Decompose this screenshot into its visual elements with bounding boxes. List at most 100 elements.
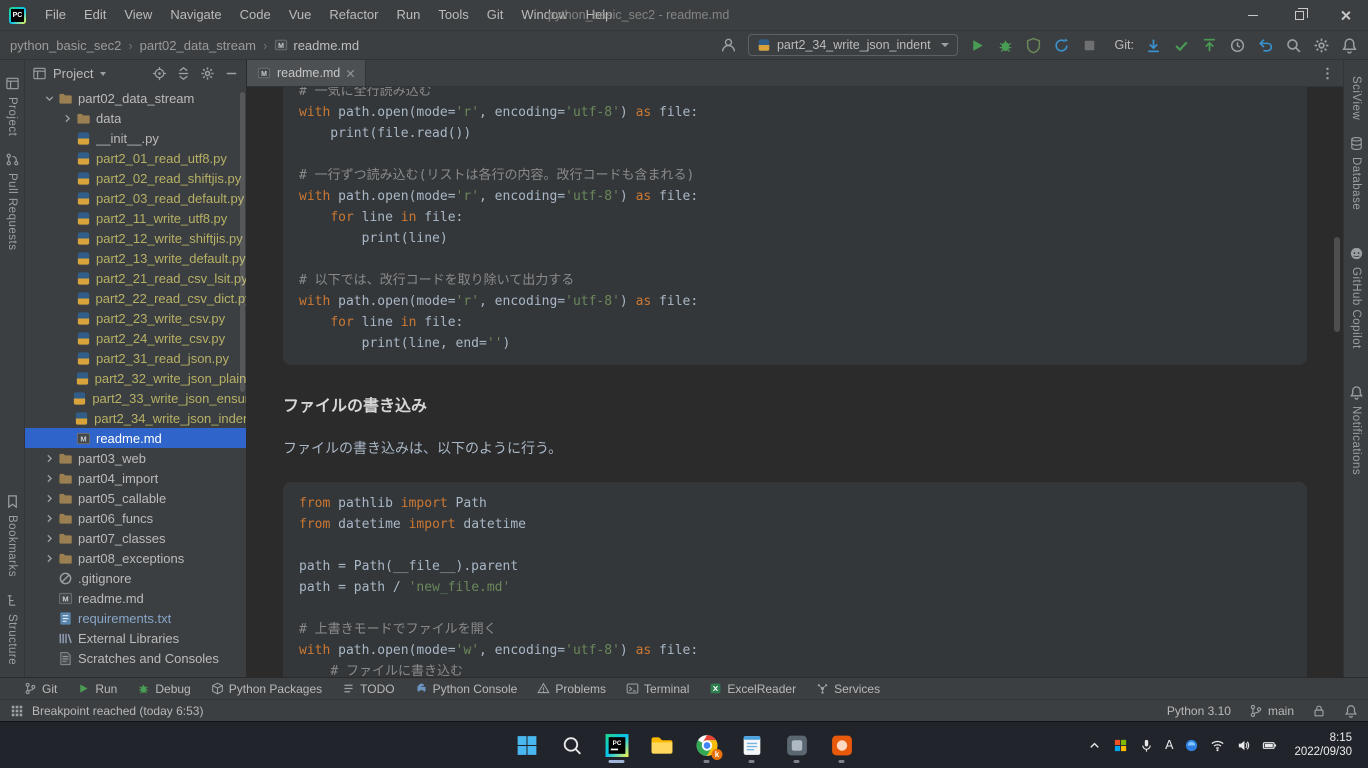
toolwindow-button-structure[interactable]: Structure: [5, 593, 20, 665]
toolwindow-excelreader[interactable]: ExcelReader: [699, 678, 806, 699]
breadcrumb-python-basic-sec2[interactable]: python_basic_sec2: [10, 38, 121, 53]
run-button[interactable]: [969, 37, 986, 54]
menu-file[interactable]: File: [36, 0, 75, 30]
status-notifications-icon[interactable]: [1344, 704, 1358, 718]
tree-item-gitignore[interactable]: .gitignore: [25, 568, 246, 588]
tree-item-part03-web[interactable]: part03_web: [25, 448, 246, 468]
project-scrollbar[interactable]: [240, 92, 245, 392]
menu-edit[interactable]: Edit: [75, 0, 115, 30]
menu-tools[interactable]: Tools: [429, 0, 477, 30]
toolwindow-button-database[interactable]: Database: [1349, 136, 1364, 210]
menu-view[interactable]: View: [115, 0, 161, 30]
chevron-right-icon[interactable]: [43, 492, 56, 505]
editor-scrollbar[interactable]: [1334, 237, 1340, 332]
taskbar-app-orange[interactable]: [822, 725, 862, 765]
commit-button[interactable]: [1173, 37, 1190, 54]
editor-content[interactable]: # 一気に全行読み込むwith path.open(mode='r', enco…: [247, 87, 1343, 677]
history-button[interactable]: [1229, 37, 1246, 54]
chevron-right-icon[interactable]: [43, 552, 56, 565]
menu-navigate[interactable]: Navigate: [161, 0, 230, 30]
tab-readme[interactable]: M readme.md: [247, 60, 366, 86]
toolwindow-run[interactable]: Run: [67, 678, 127, 699]
tree-item-readme-md[interactable]: Mreadme.md: [25, 428, 246, 448]
chevron-down-icon[interactable]: [100, 72, 106, 76]
breadcrumb-part02-data-stream[interactable]: part02_data_stream: [140, 38, 256, 53]
profiler-button[interactable]: [1053, 37, 1070, 54]
lock-icon[interactable]: [1312, 704, 1326, 718]
taskbar-app-gray[interactable]: [777, 725, 817, 765]
tree-item-data[interactable]: data: [25, 108, 246, 128]
update-project-button[interactable]: [1145, 37, 1162, 54]
volume-icon[interactable]: [1236, 738, 1251, 753]
taskbar-start[interactable]: [507, 725, 547, 765]
tray-app-icon[interactable]: [1113, 738, 1128, 753]
tree-item-part04-import[interactable]: part04_import: [25, 468, 246, 488]
chevron-down-icon[interactable]: [43, 92, 56, 105]
search-everywhere-button[interactable]: [1285, 37, 1302, 54]
tree-item-part2-33-write-json-ensure-ascii-py[interactable]: part2_33_write_json_ensure_ascii.py: [25, 388, 246, 408]
tree-item-part05-callable[interactable]: part05_callable: [25, 488, 246, 508]
tree-item-part06-funcs[interactable]: part06_funcs: [25, 508, 246, 528]
toolwindow-debug[interactable]: Debug: [127, 678, 200, 699]
ime-indicator[interactable]: A: [1165, 738, 1173, 752]
microphone-icon[interactable]: [1139, 738, 1154, 753]
tree-item-part2-31-read-json-py[interactable]: part2_31_read_json.py: [25, 348, 246, 368]
taskbar-explorer[interactable]: [642, 725, 682, 765]
tree-item-part2-22-read-csv-dict-py[interactable]: part2_22_read_csv_dict.py: [25, 288, 246, 308]
close-button[interactable]: [1322, 0, 1368, 30]
taskbar-search[interactable]: [552, 725, 592, 765]
toolwindow-services[interactable]: Services: [806, 678, 890, 699]
toolwindow-todo[interactable]: TODO: [332, 678, 404, 699]
settings-button[interactable]: [1313, 37, 1330, 54]
menu-refactor[interactable]: Refactor: [320, 0, 387, 30]
toolwindow-python-packages[interactable]: Python Packages: [201, 678, 332, 699]
tree-item-part2-13-write-default-py[interactable]: part2_13_write_default.py: [25, 248, 246, 268]
tree-item-part07-classes[interactable]: part07_classes: [25, 528, 246, 548]
battery-icon[interactable]: [1262, 738, 1277, 753]
user-icon[interactable]: [720, 37, 737, 54]
toolwindow-button-sciview[interactable]: SciView: [1350, 76, 1362, 120]
tree-item-readme-md[interactable]: Mreadme.md: [25, 588, 246, 608]
tree-item-part2-24-write-csv-py[interactable]: part2_24_write_csv.py: [25, 328, 246, 348]
status-message[interactable]: Breakpoint reached (today 6:53): [32, 704, 203, 718]
minimize-button[interactable]: [1230, 0, 1276, 30]
wifi-icon[interactable]: [1210, 738, 1225, 753]
hidden-icons-chevron[interactable]: [1087, 738, 1102, 753]
tree-item-part2-11-write-utf8-py[interactable]: part2_11_write_utf8.py: [25, 208, 246, 228]
toolwindow-button-pull-requests[interactable]: Pull Requests: [5, 152, 20, 250]
tree-item-init-py[interactable]: __init__.py: [25, 128, 246, 148]
tree-item-part2-21-read-csv-lsit-py[interactable]: part2_21_read_csv_lsit.py: [25, 268, 246, 288]
tree-item-scratches-and-consoles[interactable]: Scratches and Consoles: [25, 648, 246, 668]
push-button[interactable]: [1201, 37, 1218, 54]
chevron-right-icon[interactable]: [43, 512, 56, 525]
tree-item-part2-32-write-json-plain-py[interactable]: part2_32_write_json_plain.py: [25, 368, 246, 388]
project-panel-title[interactable]: Project: [53, 66, 93, 81]
toolwindow-problems[interactable]: Problems: [527, 678, 616, 699]
panel-options-button[interactable]: [200, 66, 215, 81]
clock[interactable]: 8:15 2022/09/30: [1294, 731, 1352, 759]
tree-item-part2-03-read-default-py[interactable]: part2_03_read_default.py: [25, 188, 246, 208]
toolwindow-button-project[interactable]: Project: [5, 76, 20, 136]
run-config-select[interactable]: part2_34_write_json_indent: [748, 34, 958, 56]
menu-git[interactable]: Git: [478, 0, 513, 30]
toolwindow-switcher-icon[interactable]: [10, 704, 24, 718]
collapse-all-button[interactable]: [176, 66, 191, 81]
toolwindow-button-bookmarks[interactable]: Bookmarks: [5, 494, 20, 577]
notifications-button[interactable]: [1341, 37, 1358, 54]
close-tab-icon[interactable]: [346, 69, 355, 78]
chevron-right-icon[interactable]: [43, 532, 56, 545]
menu-run[interactable]: Run: [388, 0, 430, 30]
taskbar-pycharm[interactable]: PC: [597, 725, 637, 765]
hide-panel-button[interactable]: [224, 66, 239, 81]
chevron-right-icon[interactable]: [61, 112, 74, 125]
chevron-right-icon[interactable]: [43, 472, 56, 485]
tree-item-part2-01-read-utf8-py[interactable]: part2_01_read_utf8.py: [25, 148, 246, 168]
tree-item-part2-02-read-shiftjis-py[interactable]: part2_02_read_shiftjis.py: [25, 168, 246, 188]
toolwindow-terminal[interactable]: Terminal: [616, 678, 699, 699]
stop-button[interactable]: [1081, 37, 1098, 54]
toolwindow-button-notifications[interactable]: Notifications: [1349, 385, 1364, 475]
tree-item-requirements-txt[interactable]: requirements.txt: [25, 608, 246, 628]
toolwindow-python-console[interactable]: Python Console: [405, 678, 528, 699]
tree-item-external-libraries[interactable]: External Libraries: [25, 628, 246, 648]
tree-item-part08-exceptions[interactable]: part08_exceptions: [25, 548, 246, 568]
